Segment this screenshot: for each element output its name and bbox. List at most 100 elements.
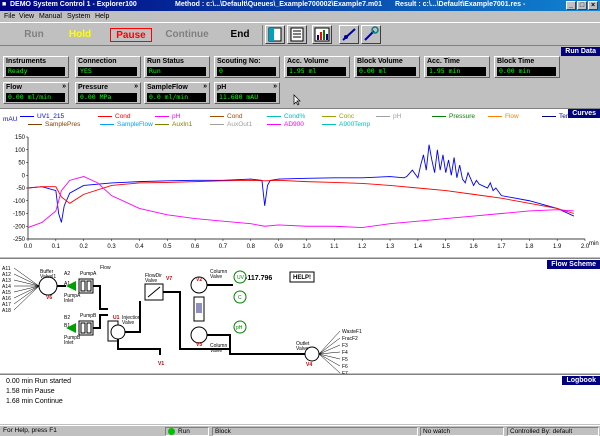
- x-tick-label: 1.6: [469, 244, 478, 250]
- pressure-field[interactable]: Pressure» 0.00 MPa: [75, 82, 141, 104]
- close-button[interactable]: ×: [588, 1, 598, 10]
- svg-text:Valve: Valve: [296, 346, 308, 352]
- x-tick-label: 1.9: [553, 244, 562, 250]
- u1-label: U1: [113, 315, 120, 321]
- outlet-label[interactable]: F5: [342, 357, 348, 363]
- series-line-ph: [27, 176, 574, 228]
- y-tick-label: -200: [13, 224, 26, 230]
- inlet-label: A18: [2, 308, 11, 314]
- column-valve-2[interactable]: [190, 326, 208, 344]
- run-status-icon: [168, 428, 175, 435]
- x-tick-label: 1.1: [330, 244, 339, 250]
- menu-view[interactable]: View: [19, 13, 34, 20]
- x-tick-label: 0.9: [274, 244, 283, 250]
- x-tick-label: 0.7: [219, 244, 228, 250]
- chromatogram-chart[interactable]: 0.0 0.1 0.2 0.3 0.4 0.5 0.6 0.7 0.8 0.9 1.0 1.1 1.2 1…: [0, 109, 600, 258]
- svg-text:B2: B2: [64, 315, 70, 321]
- flow-field[interactable]: Flow» 0.00 ml/min: [3, 82, 69, 104]
- ph-field[interactable]: pH» 11.680 mAU: [214, 82, 280, 104]
- x-tick-label: 0.4: [135, 244, 144, 250]
- menu-help[interactable]: Help: [95, 13, 109, 20]
- y-tick-label: -250: [13, 237, 26, 243]
- menu-bar: File View Manual System Help: [0, 11, 600, 22]
- x-tick-label: 1.4: [414, 244, 423, 250]
- outlet-label[interactable]: F4: [342, 350, 348, 356]
- injection-valve[interactable]: [110, 324, 126, 340]
- logbook-panel: Logbook 0.00 min Run started 1.58 min Pa…: [0, 374, 600, 424]
- v1-label: V1: [158, 361, 164, 367]
- sampleflow-field[interactable]: SampleFlow» 0.0 ml/min: [144, 82, 210, 104]
- manual-control-icon[interactable]: [339, 25, 359, 44]
- chart-icon[interactable]: [312, 25, 332, 44]
- outlet-line: [318, 344, 341, 355]
- v6-label: V6: [46, 295, 52, 301]
- y-tick-label: -100: [13, 199, 26, 205]
- minimize-button[interactable]: _: [566, 1, 576, 10]
- outlet-label[interactable]: F6: [342, 364, 348, 370]
- v2-label: V2: [196, 277, 202, 283]
- menu-manual[interactable]: Manual: [39, 13, 62, 20]
- x-axis-unit: min: [589, 241, 599, 247]
- title-bar: ■ DEMO System Control 1 - Explorer100 Me…: [0, 0, 600, 11]
- menu-system[interactable]: System: [67, 13, 90, 20]
- toolbar: Run Hold Pause Continue End: [0, 22, 600, 46]
- v3-label: V3: [196, 342, 202, 348]
- status-help: For Help, press F1: [3, 427, 57, 434]
- x-tick-label: 1.3: [386, 244, 395, 250]
- x-tick-label: 1.5: [442, 244, 451, 250]
- run-data-panel: Run Data Instruments Ready Connection YES …: [0, 47, 600, 108]
- block-time-field: Block Time 0.00 min: [494, 56, 560, 78]
- outlet-label[interactable]: WasteF1: [342, 329, 362, 335]
- run-status-field: Run Status Run: [144, 56, 210, 78]
- svg-text:Valve: Valve: [210, 348, 222, 354]
- svg-text:HELP!: HELP!: [293, 275, 311, 281]
- menu-file[interactable]: File: [4, 13, 15, 20]
- run-data-title: Run Data: [561, 47, 600, 56]
- inlet-line: [13, 285, 40, 311]
- inlet-line: [13, 285, 40, 305]
- documentation-icon[interactable]: [287, 25, 307, 44]
- flow-scheme-diagram[interactable]: A11A12A13A14A15A16A17A18 V6 Buffer Valve…: [0, 259, 600, 374]
- svg-text:Valve: Valve: [122, 320, 134, 326]
- outlet-label[interactable]: F3: [342, 343, 348, 349]
- probe-icon[interactable]: [361, 25, 381, 44]
- x-tick-label: 0.2: [80, 244, 89, 250]
- status-watch: No watch: [420, 427, 504, 436]
- layout-icon[interactable]: [265, 25, 285, 44]
- outlet-line: [318, 351, 341, 355]
- acc-volume-field: Acc. Volume 1.95 ml: [284, 56, 350, 78]
- mouse-cursor-icon: [293, 94, 301, 106]
- end-button[interactable]: End: [222, 28, 258, 42]
- x-tick-label: 1.2: [358, 244, 367, 250]
- inlet-line: [13, 267, 40, 287]
- pause-button[interactable]: Pause: [110, 28, 152, 42]
- instruments-field: Instruments Ready: [3, 56, 69, 78]
- svg-text:Inlet: Inlet: [64, 340, 74, 346]
- outlet-line: [318, 330, 341, 355]
- hold-button[interactable]: Hold: [60, 28, 100, 42]
- x-tick-label: 1.7: [497, 244, 506, 250]
- x-tick-label: 0.0: [24, 244, 33, 250]
- run-button[interactable]: Run: [14, 28, 54, 42]
- maximize-button[interactable]: □: [577, 1, 587, 10]
- scouting-no-field: Scouting No: 0: [214, 56, 280, 78]
- y-tick-label: -50: [16, 186, 25, 192]
- method-path: Method : c:\...\Default\Queues\_Example7…: [175, 1, 382, 8]
- continue-button[interactable]: Continue: [159, 28, 215, 42]
- curves-panel: Curves mAU UV1_215 Cond pH Cond Cond% Conc pH P…: [0, 108, 600, 257]
- outlet-label[interactable]: FracF2: [342, 336, 358, 342]
- svg-text:Valve: Valve: [210, 274, 222, 280]
- ph-label: pH: [236, 325, 243, 331]
- series-line-cond: [27, 179, 574, 214]
- inlet-line: [13, 273, 40, 287]
- inlet-line: [13, 285, 40, 299]
- app-title: DEMO System Control 1 - Explorer100: [10, 1, 137, 8]
- y-tick-label: 100: [15, 148, 26, 154]
- x-tick-label: 1.0: [302, 244, 311, 250]
- outlet-line: [318, 353, 341, 360]
- connection-field: Connection YES: [75, 56, 141, 78]
- svg-text:A2: A2: [64, 271, 70, 277]
- window-icon: ■: [2, 1, 7, 8]
- status-block: Block: [212, 427, 418, 436]
- svg-text:Inlet: Inlet: [64, 298, 74, 304]
